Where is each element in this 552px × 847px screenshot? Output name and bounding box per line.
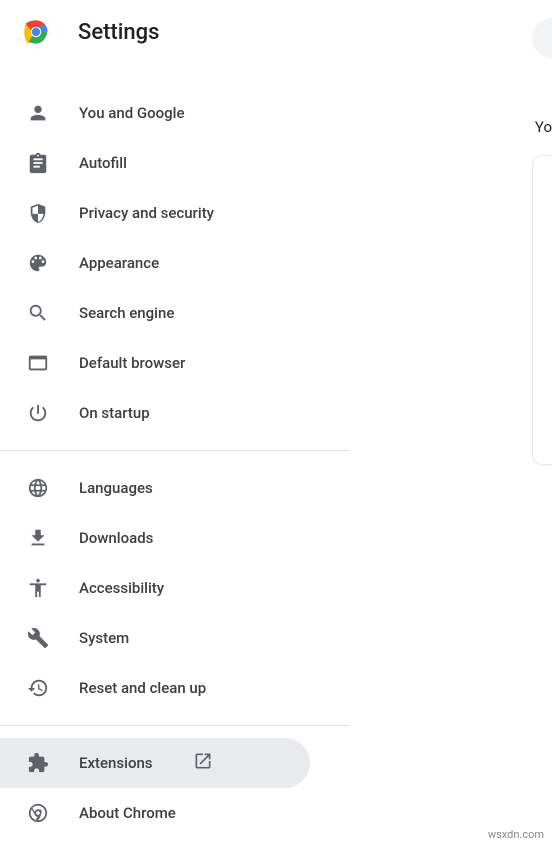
menu-label: Default browser [79, 354, 185, 372]
menu-item-about-chrome[interactable]: About Chrome [0, 788, 552, 838]
chrome-outline-icon [27, 802, 49, 824]
menu-item-search-engine[interactable]: Search engine [0, 288, 552, 338]
shield-icon [27, 202, 49, 224]
search-icon [27, 302, 49, 324]
partial-content-text: Yo [535, 118, 552, 136]
menu-label: Extensions [79, 754, 153, 772]
external-link-icon [193, 751, 213, 775]
content-card-edge [532, 155, 552, 465]
watermark-text: wsxdn.com [488, 828, 544, 841]
menu-label: Downloads [79, 529, 153, 547]
menu-divider [0, 450, 350, 451]
menu-item-accessibility[interactable]: Accessibility [0, 563, 552, 613]
settings-menu: You and Google Autofill Privacy and secu… [0, 64, 552, 838]
menu-label: Accessibility [79, 579, 164, 597]
settings-header: Settings [0, 0, 552, 64]
menu-label: Appearance [79, 254, 159, 272]
menu-item-autofill[interactable]: Autofill [0, 138, 552, 188]
menu-label: On startup [79, 404, 150, 422]
menu-label: About Chrome [79, 804, 176, 822]
browser-icon [27, 352, 49, 374]
menu-item-system[interactable]: System [0, 613, 552, 663]
palette-icon [27, 252, 49, 274]
globe-icon [27, 477, 49, 499]
menu-item-default-browser[interactable]: Default browser [0, 338, 552, 388]
menu-item-appearance[interactable]: Appearance [0, 238, 552, 288]
menu-item-you-and-google[interactable]: You and Google [0, 88, 552, 138]
menu-item-privacy-security[interactable]: Privacy and security [0, 188, 552, 238]
page-title: Settings [78, 20, 159, 45]
menu-label: Reset and clean up [79, 679, 206, 697]
menu-label: Languages [79, 479, 153, 497]
menu-item-downloads[interactable]: Downloads [0, 513, 552, 563]
menu-item-languages[interactable]: Languages [0, 463, 552, 513]
power-icon [27, 402, 49, 424]
accessibility-icon [27, 577, 49, 599]
menu-divider [0, 725, 350, 726]
menu-label: Privacy and security [79, 204, 214, 222]
restore-icon [27, 677, 49, 699]
menu-item-reset[interactable]: Reset and clean up [0, 663, 552, 713]
chrome-logo-icon [22, 18, 50, 46]
puzzle-icon [27, 752, 49, 774]
clipboard-icon [27, 152, 49, 174]
menu-item-extensions[interactable]: Extensions [0, 738, 310, 788]
menu-label: System [79, 629, 129, 647]
download-icon [27, 527, 49, 549]
person-icon [27, 102, 49, 124]
menu-label: You and Google [79, 104, 184, 122]
menu-item-on-startup[interactable]: On startup [0, 388, 552, 438]
wrench-icon [27, 627, 49, 649]
menu-label: Search engine [79, 304, 174, 322]
menu-label: Autofill [79, 154, 127, 172]
